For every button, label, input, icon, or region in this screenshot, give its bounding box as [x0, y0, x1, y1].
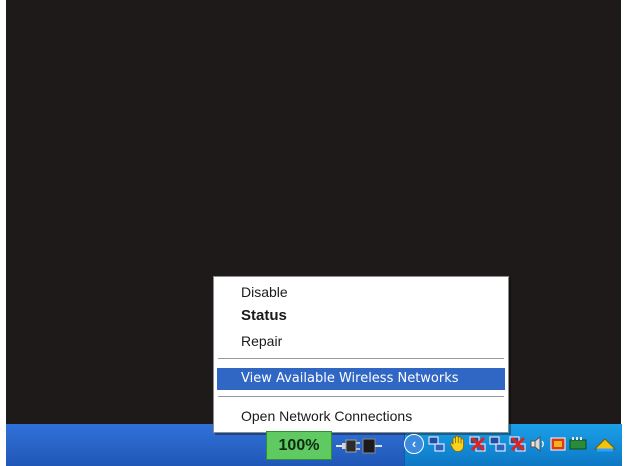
- menu-item-open-network-connections[interactable]: Open Network Connections: [217, 405, 505, 427]
- power-plug-icon[interactable]: [336, 436, 382, 456]
- menu-separator: [218, 358, 504, 360]
- show-hidden-icons-button[interactable]: ‹: [404, 434, 424, 454]
- speaker-icon[interactable]: [529, 435, 547, 453]
- battery-percentage: 100%: [278, 437, 320, 454]
- chevron-left-icon: ‹: [411, 436, 417, 451]
- menu-item-view-available-wireless-networks[interactable]: View Available Wireless Networks: [217, 368, 505, 390]
- menu-item-disable[interactable]: Disable: [217, 281, 505, 303]
- battery-status-badge[interactable]: 100%: [266, 431, 332, 460]
- security-shield-icon[interactable]: [549, 435, 567, 453]
- network-disconnected-icon[interactable]: [469, 435, 487, 453]
- menu-separator: [218, 396, 504, 398]
- safely-remove-hardware-icon[interactable]: [593, 435, 617, 453]
- network-context-menu: Disable Status Repair View Available Wir…: [213, 276, 509, 433]
- network-connection-icon[interactable]: [428, 435, 446, 453]
- network-connection-icon[interactable]: [489, 435, 507, 453]
- hand-icon[interactable]: [449, 435, 467, 453]
- network-disconnected-icon[interactable]: [509, 435, 527, 453]
- menu-item-repair[interactable]: Repair: [217, 330, 505, 352]
- menu-item-status[interactable]: Status: [217, 305, 505, 327]
- network-adapter-icon[interactable]: [569, 435, 587, 453]
